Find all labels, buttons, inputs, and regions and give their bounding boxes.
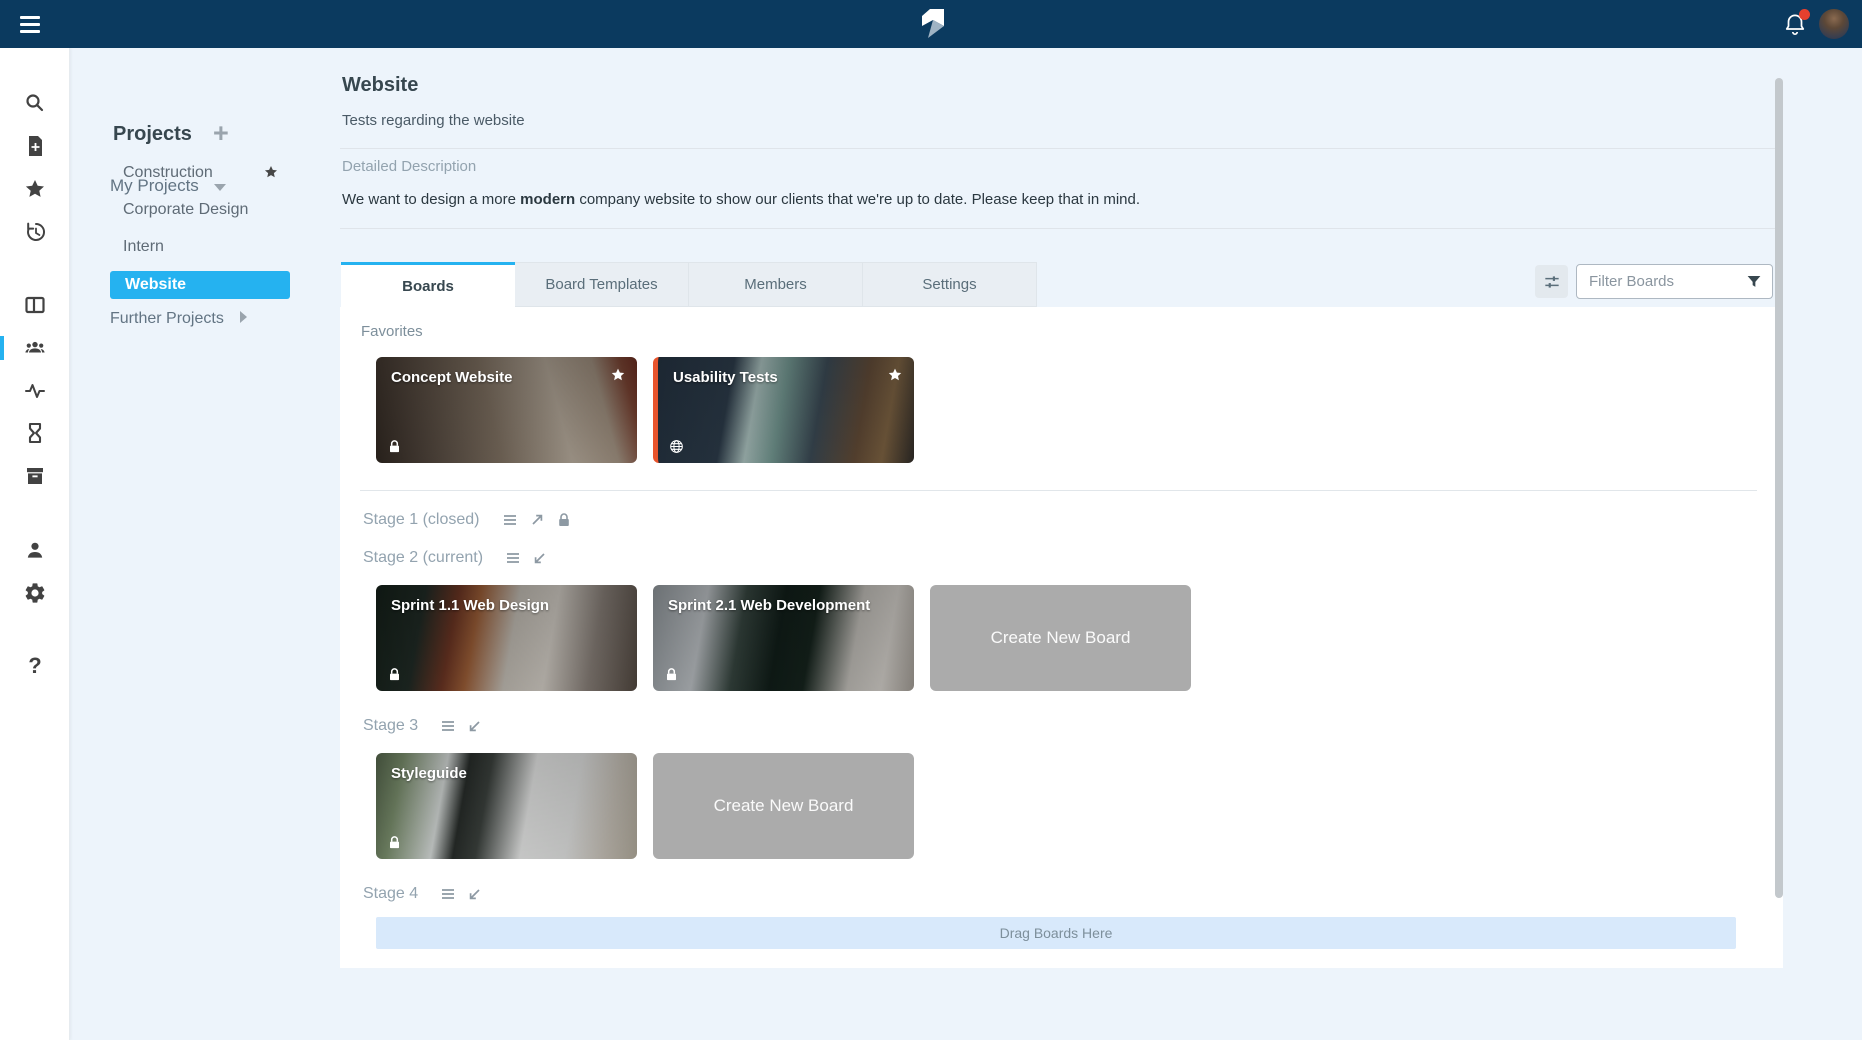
stage-collapse-icon[interactable] <box>466 717 484 735</box>
notifications-bell-icon[interactable] <box>1782 11 1808 37</box>
lock-icon <box>387 667 402 682</box>
stage-label: Stage 4 <box>363 885 418 903</box>
tab-settings[interactable]: Settings <box>863 262 1037 307</box>
filter-boards-field <box>1576 264 1773 299</box>
user-avatar[interactable] <box>1819 9 1849 39</box>
tab-board-templates[interactable]: Board Templates <box>515 262 689 307</box>
divider <box>340 228 1775 229</box>
create-new-board-button[interactable]: Create New Board <box>930 585 1191 691</box>
page-subtitle: Tests regarding the website <box>342 112 525 129</box>
divider <box>360 490 1757 491</box>
vertical-scrollbar[interactable] <box>1775 78 1783 898</box>
stage-list-icon[interactable] <box>439 717 457 735</box>
detailed-description-text: We want to design a more modern company … <box>342 191 1140 208</box>
board-card-sprint-2-1[interactable]: Sprint 2.1 Web Development <box>653 585 914 691</box>
globe-icon <box>669 439 684 454</box>
stage-2-cards-row: Sprint 1.1 Web Design Sprint 2.1 Web Dev… <box>376 585 1191 691</box>
stage-list-icon[interactable] <box>501 511 519 529</box>
filter-boards-input[interactable] <box>1589 265 1739 298</box>
star-icon[interactable] <box>23 177 47 201</box>
stage-3-cards-row: Styleguide Create New Board <box>376 753 914 859</box>
profile-person-icon[interactable] <box>23 538 47 562</box>
icon-sidebar: ? <box>0 48 70 1040</box>
projects-panel: Projects + My Projects Construction Corp… <box>70 48 340 1040</box>
board-card-usability-tests[interactable]: Usability Tests <box>653 357 914 463</box>
tab-bar: Boards Board Templates Members Settings <box>341 262 1037 307</box>
stage-1-header: Stage 1 (closed) <box>363 511 573 529</box>
further-projects-group[interactable]: Further Projects <box>110 308 247 330</box>
projects-panel-title: Projects <box>113 123 192 146</box>
sidebar-item-website-active[interactable]: Website <box>110 271 290 299</box>
menu-icon[interactable] <box>20 12 46 36</box>
view-options-button[interactable] <box>1535 265 1568 298</box>
tab-members[interactable]: Members <box>689 262 863 307</box>
activity-pulse-icon[interactable] <box>23 379 47 403</box>
add-project-button[interactable]: + <box>213 119 229 147</box>
search-icon[interactable] <box>23 91 47 115</box>
board-card-title: Usability Tests <box>673 369 778 386</box>
board-favorite-star-icon[interactable] <box>886 366 904 384</box>
stage-label: Stage 2 (current) <box>363 549 483 567</box>
archive-icon[interactable] <box>23 464 47 488</box>
boards-tab-content: Favorites Concept Website Usability Test… <box>340 307 1783 968</box>
board-card-title: Sprint 1.1 Web Design <box>391 597 549 614</box>
settings-gear-icon[interactable] <box>23 581 47 605</box>
board-card-title: Styleguide <box>391 765 467 782</box>
chevron-right-icon <box>240 311 247 323</box>
active-section-indicator <box>0 336 4 360</box>
sidebar-item-corporate-design[interactable]: Corporate Design <box>123 199 248 221</box>
stage-collapse-icon[interactable] <box>466 885 484 903</box>
help-icon[interactable]: ? <box>23 654 47 678</box>
stage-list-icon[interactable] <box>504 549 522 567</box>
stage-expand-icon[interactable] <box>528 511 546 529</box>
board-card-styleguide[interactable]: Styleguide <box>376 753 637 859</box>
stage-list-icon[interactable] <box>439 885 457 903</box>
team-group-icon[interactable] <box>23 336 47 360</box>
note-add-icon[interactable] <box>23 134 47 158</box>
tab-boards[interactable]: Boards <box>341 262 515 307</box>
page-title: Website <box>342 74 418 97</box>
sidebar-item-construction[interactable]: Construction <box>123 162 213 184</box>
stage-4-header: Stage 4 <box>363 885 484 903</box>
stage-collapse-icon[interactable] <box>531 549 549 567</box>
board-card-title: Concept Website <box>391 369 512 386</box>
lock-icon <box>387 835 402 850</box>
detailed-description-label: Detailed Description <box>342 158 476 175</box>
hourglass-icon[interactable] <box>23 421 47 445</box>
history-icon[interactable] <box>23 220 47 244</box>
stage-3-header: Stage 3 <box>363 717 484 735</box>
sidebar-item-intern[interactable]: Intern <box>123 236 164 258</box>
stage-lock-icon <box>555 511 573 529</box>
favorites-cards-row: Concept Website Usability Tests <box>376 357 914 463</box>
board-card-title: Sprint 2.1 Web Development <box>668 597 870 614</box>
create-new-board-button[interactable]: Create New Board <box>653 753 914 859</box>
lock-icon <box>387 439 402 454</box>
boards-columns-icon[interactable] <box>23 293 47 317</box>
further-projects-label: Further Projects <box>110 310 224 327</box>
construction-favorite-star-icon[interactable] <box>263 164 279 180</box>
app-logo-icon <box>915 7 947 41</box>
drag-boards-drop-zone[interactable]: Drag Boards Here <box>376 917 1736 949</box>
chevron-down-icon <box>214 184 226 191</box>
notification-dot <box>1799 9 1810 20</box>
stage-2-header: Stage 2 (current) <box>363 549 549 567</box>
topbar <box>0 0 1862 48</box>
divider <box>340 148 1775 149</box>
favorites-section-label: Favorites <box>361 323 423 340</box>
filter-funnel-icon[interactable] <box>1745 273 1763 291</box>
stage-label: Stage 1 (closed) <box>363 511 480 529</box>
board-card-concept-website[interactable]: Concept Website <box>376 357 637 463</box>
board-favorite-star-icon[interactable] <box>609 366 627 384</box>
lock-icon <box>664 667 679 682</box>
stage-label: Stage 3 <box>363 717 418 735</box>
app-root: ? Projects + My Projects Construction Co… <box>0 0 1862 1040</box>
board-card-sprint-1-1[interactable]: Sprint 1.1 Web Design <box>376 585 637 691</box>
tune-icon <box>1542 272 1562 292</box>
